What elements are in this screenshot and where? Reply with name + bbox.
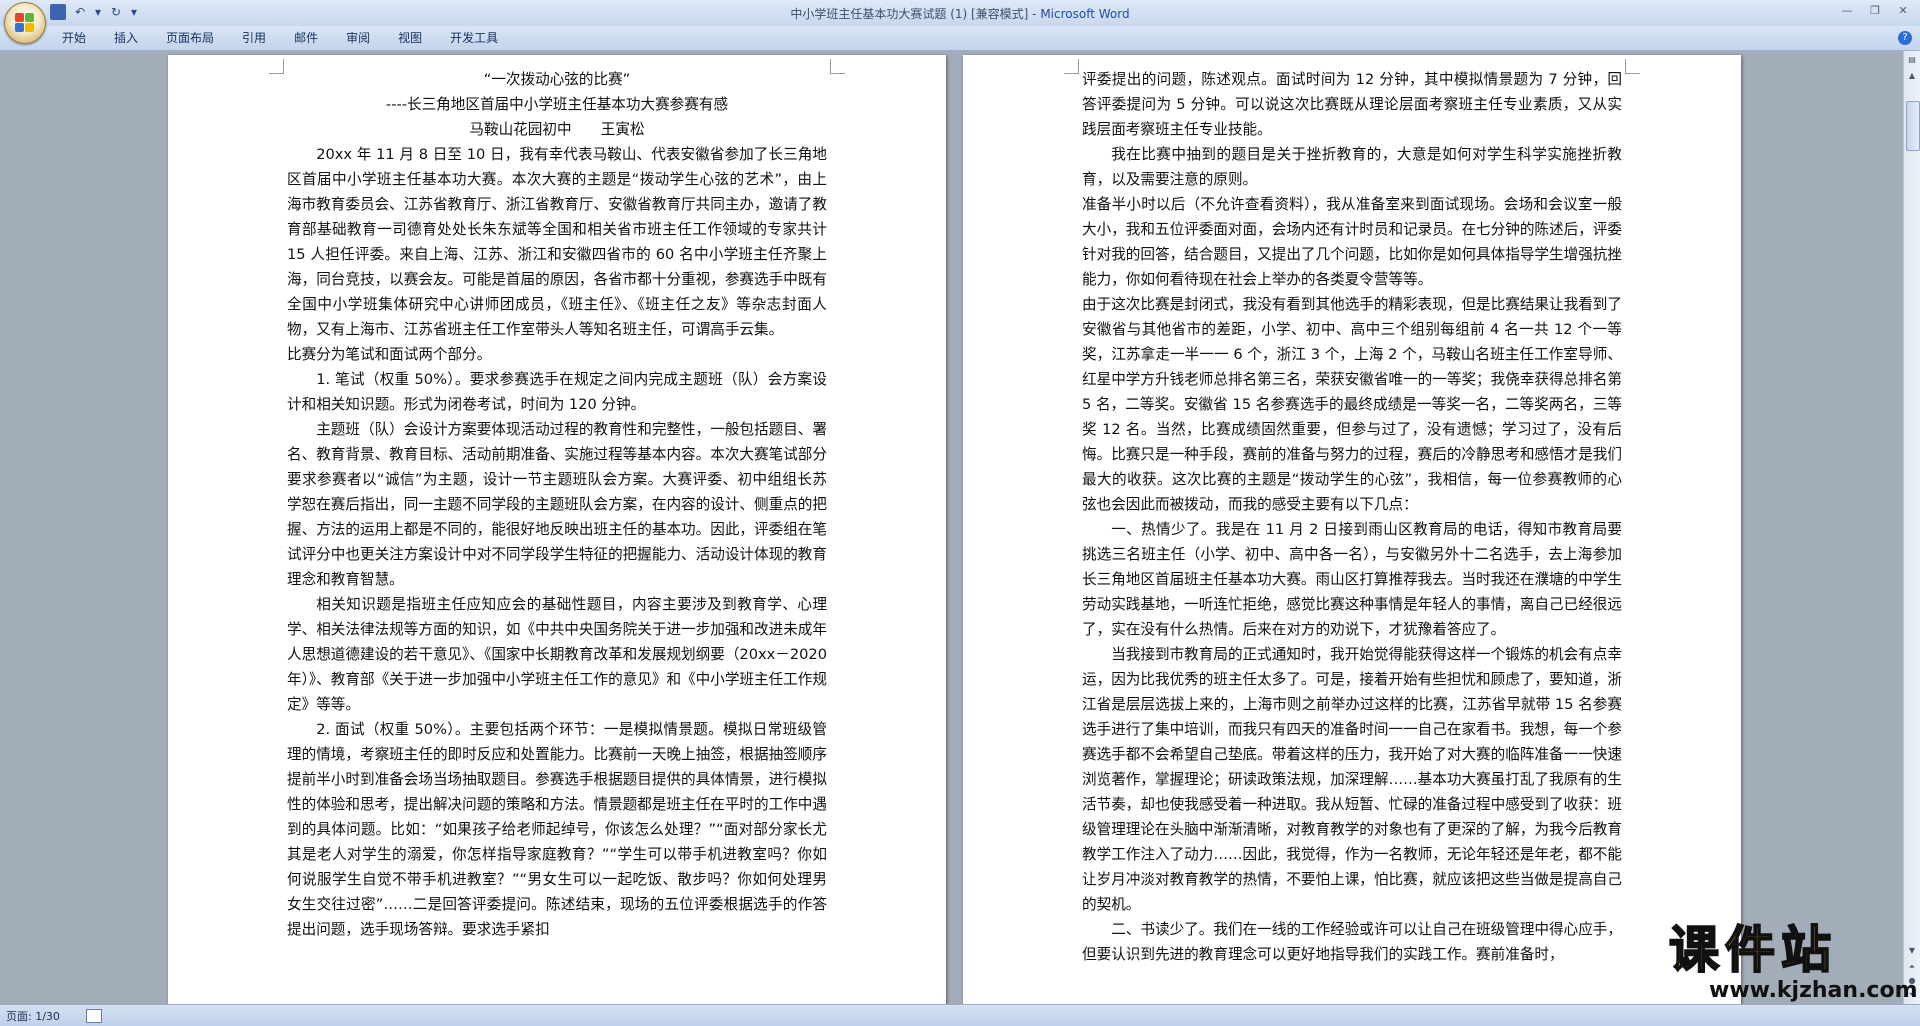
- paragraph: 准备半小时以后（不允许查看资料），我从准备室来到面试现场。会场和会议室一般大小，…: [1082, 196, 1622, 288]
- scroll-up-icon[interactable]: ▲: [1905, 69, 1919, 83]
- close-icon[interactable]: ✕: [1890, 2, 1916, 20]
- paragraph: 20xx 年 11 月 8 日至 10 日，我有幸代表马鞍山、代表安徽省参加了长…: [287, 146, 827, 338]
- status-bar: 页面: 1/30: [0, 1004, 1920, 1026]
- proofing-icon[interactable]: [86, 1009, 102, 1023]
- app-name: Microsoft Word: [1040, 7, 1130, 21]
- paragraph: 当我接到市教育局的正式通知时，我开始觉得能获得这样一个锻炼的机会有点幸运，因为比…: [1082, 646, 1622, 913]
- scroll-thumb[interactable]: [1906, 101, 1920, 151]
- previous-page-icon[interactable]: ⏶: [1905, 960, 1919, 974]
- page-count[interactable]: 页面: 1/30: [6, 1008, 60, 1024]
- ruler-toggle-icon[interactable]: ▤: [1905, 53, 1919, 67]
- vertical-scrollbar[interactable]: ▤ ▲ ▼ ⏶ ● ⏷: [1903, 51, 1920, 1004]
- paragraph: 主题班（队）会设计方案要体现活动过程的教育性和完整性，一般包括题目、署名、教育背…: [287, 421, 827, 588]
- restore-icon[interactable]: ❐: [1862, 2, 1888, 20]
- watermark: 课件站 www.kjzhan.com: [1667, 921, 1918, 1004]
- tab-developer[interactable]: 开发工具: [436, 26, 512, 50]
- office-logo-icon: [15, 13, 35, 33]
- tab-view[interactable]: 视图: [384, 26, 436, 50]
- scroll-down-icon[interactable]: ▼: [1905, 944, 1919, 958]
- page-left[interactable]: “一次拨动心弦的比赛” ----长三角地区首届中小学班主任基本功大赛参赛有感 马…: [168, 55, 946, 1004]
- tab-insert[interactable]: 插入: [100, 26, 152, 50]
- margin-marker: [1064, 59, 1079, 74]
- document-area[interactable]: “一次拨动心弦的比赛” ----长三角地区首届中小学班主任基本功大赛参赛有感 马…: [0, 51, 1904, 1004]
- watermark-text: 课件站: [1668, 921, 1837, 979]
- help-icon[interactable]: ?: [1898, 31, 1912, 45]
- tab-references[interactable]: 引用: [228, 26, 280, 50]
- tab-page-layout[interactable]: 页面布局: [152, 26, 228, 50]
- page-right[interactable]: 评委提出的问题，陈述观点。面试时间为 12 分钟，其中模拟情景题为 7 分钟，回…: [963, 55, 1741, 1004]
- document-subtitle-line: ----长三角地区首届中小学班主任基本功大赛参赛有感: [385, 96, 729, 113]
- tab-home[interactable]: 开始: [48, 26, 100, 50]
- paragraph: 1. 笔试（权重 50%）。要求参赛选手在规定之间内完成主题班（队）会方案设计和…: [287, 371, 827, 413]
- paragraph: 我在比赛中抽到的题目是关于挫折教育的，大意是如何对学生科学实施挫折教育，以及需要…: [1082, 146, 1622, 188]
- margin-marker: [1625, 59, 1640, 74]
- paragraph: 2. 面试（权重 50%）。主要包括两个环节：一是模拟情景题。模拟日常班级管理的…: [287, 721, 827, 938]
- ribbon-tabs: 开始 插入 页面布局 引用 邮件 审阅 视图 开发工具: [48, 26, 512, 50]
- paragraph: 评委提出的问题，陈述观点。面试时间为 12 分钟，其中模拟情景题为 7 分钟，回…: [1082, 71, 1622, 138]
- paragraph: 相关知识题是指班主任应知应会的基础性题目，内容主要涉及到教育学、心理学、相关法律…: [287, 596, 827, 713]
- paragraph: 比赛分为笔试和面试两个部分。: [287, 346, 492, 363]
- watermark-url: www.kjzhan.com: [1709, 978, 1918, 1003]
- window-controls: — ❐ ✕: [1834, 2, 1916, 20]
- page-text[interactable]: 评委提出的问题，陈述观点。面试时间为 12 分钟，其中模拟情景题为 7 分钟，回…: [1082, 67, 1622, 967]
- paragraph: 由于这次比赛是封闭式，我没有看到其他选手的精彩表现，但是比赛结果让我看到了安徽省…: [1082, 296, 1622, 513]
- document-title: 中小学班主任基本功大赛试题 (1) [兼容模式] -: [790, 7, 1041, 21]
- paragraph: 二、书读少了。我们在一线的工作经验或许可以让自己在班级管理中得心应手，但要认识到…: [1082, 921, 1622, 963]
- document-title-line: “一次拨动心弦的比赛”: [483, 71, 631, 88]
- window-title: 中小学班主任基本功大赛试题 (1) [兼容模式] - Microsoft Wor…: [0, 5, 1920, 22]
- minimize-icon[interactable]: —: [1834, 2, 1860, 20]
- tab-mailings[interactable]: 邮件: [280, 26, 332, 50]
- margin-marker: [269, 59, 284, 74]
- title-bar: ↶ ▾ ↻ ▾ 中小学班主任基本功大赛试题 (1) [兼容模式] - Micro…: [0, 0, 1920, 44]
- page-text[interactable]: “一次拨动心弦的比赛” ----长三角地区首届中小学班主任基本功大赛参赛有感 马…: [287, 67, 827, 942]
- paragraph: 一、热情少了。我是在 11 月 2 日接到雨山区教育局的电话，得知市教育局要挑选…: [1082, 521, 1622, 638]
- margin-marker: [830, 59, 845, 74]
- office-button[interactable]: [4, 2, 46, 44]
- author-line: 马鞍山花园初中 王寅松: [469, 121, 645, 138]
- ribbon-bar: 开始 插入 页面布局 引用 邮件 审阅 视图 开发工具 ?: [0, 26, 1920, 51]
- tab-review[interactable]: 审阅: [332, 26, 384, 50]
